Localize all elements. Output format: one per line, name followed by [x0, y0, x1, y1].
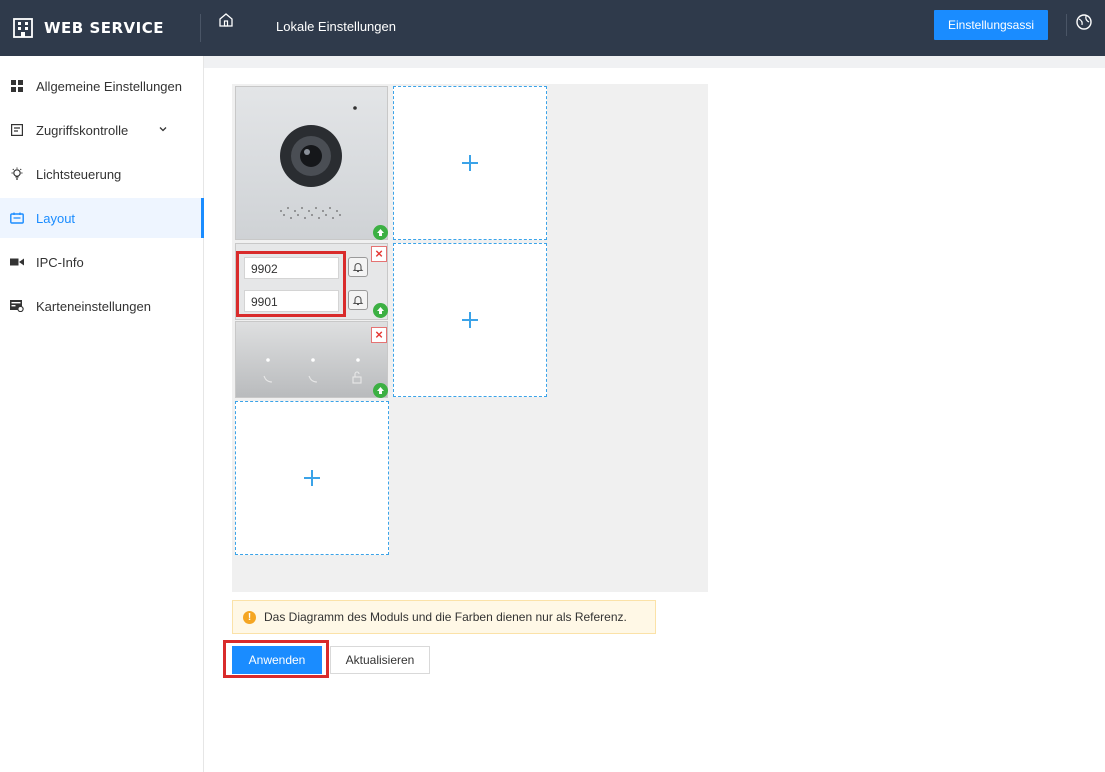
highlight-box-apply: [223, 640, 329, 678]
bell-icon: [352, 263, 364, 273]
bell-button[interactable]: [348, 257, 368, 277]
building-logo-icon: [13, 18, 33, 38]
delete-module-button[interactable]: ×: [371, 327, 387, 343]
chevron-down-icon[interactable]: [158, 124, 168, 134]
reference-notice: ! Das Diagramm des Moduls und die Farben…: [232, 600, 656, 634]
top-header: WEB SERVICE Lokale Einstellungen Einstel…: [0, 0, 1105, 56]
home-icon[interactable]: [218, 12, 234, 28]
header-divider-right: [1066, 14, 1067, 36]
sidebar-item-access-control[interactable]: Zugriffskontrolle: [0, 110, 204, 150]
move-up-button[interactable]: [373, 303, 388, 318]
keypad-module[interactable]: [235, 321, 388, 398]
delete-module-button[interactable]: ×: [371, 246, 387, 262]
page-title: Lokale Einstellungen: [276, 19, 396, 34]
sidebar-item-label: Lichtsteuerung: [36, 166, 122, 182]
sidebar-item-label: Karteneinstellungen: [36, 298, 151, 314]
sidebar-item-label: Layout: [36, 210, 76, 226]
bell-button[interactable]: [348, 290, 368, 310]
move-up-button[interactable]: [373, 383, 388, 398]
sidebar-item-card-settings[interactable]: Karteneinstellungen: [0, 286, 204, 326]
card-settings-icon: [10, 299, 24, 313]
empty-module-slot[interactable]: [393, 86, 547, 240]
keypad-illustration: [263, 358, 362, 384]
layout-icon: [10, 211, 24, 225]
camera-module-illustration: [280, 106, 357, 219]
grid-icon: [10, 79, 24, 93]
logo: WEB SERVICE: [12, 0, 164, 56]
logo-text: WEB SERVICE: [44, 19, 164, 37]
sidebar-item-light-control[interactable]: Lichtsteuerung: [0, 154, 204, 194]
sidebar-item-label: Zugriffskontrolle: [36, 122, 129, 138]
empty-module-slot[interactable]: [393, 243, 547, 397]
camera-module[interactable]: [235, 86, 388, 240]
plus-icon[interactable]: [304, 470, 320, 486]
globe-icon[interactable]: [1074, 12, 1094, 32]
sidebar-item-label: IPC-Info: [36, 254, 84, 270]
door-icon: [10, 123, 24, 137]
move-up-button[interactable]: [373, 225, 388, 240]
lightbulb-icon: [10, 167, 24, 181]
header-divider: [200, 14, 201, 42]
sidebar-item-label: Allgemeine Einstellungen: [36, 78, 182, 94]
plus-icon[interactable]: [462, 155, 478, 171]
setup-wizard-button[interactable]: Einstellungsassi: [934, 10, 1048, 40]
arrow-up-icon: [377, 307, 384, 314]
sidebar-item-layout[interactable]: Layout: [0, 198, 204, 238]
content-topbar: [204, 56, 1105, 68]
camera-icon: [10, 255, 24, 269]
notice-text: Das Diagramm des Moduls und die Farben d…: [264, 610, 627, 624]
sidebar-item-ipc-info[interactable]: IPC-Info: [0, 242, 204, 282]
empty-module-slot[interactable]: [235, 401, 389, 555]
sidebar: Allgemeine Einstellungen Zugriffskontrol…: [0, 56, 204, 772]
plus-icon[interactable]: [462, 312, 478, 328]
highlight-box-numbers: [236, 251, 346, 317]
sidebar-item-general-settings[interactable]: Allgemeine Einstellungen: [0, 66, 204, 106]
bell-icon: [352, 296, 364, 306]
arrow-up-icon: [377, 229, 384, 236]
refresh-button[interactable]: Aktualisieren: [330, 646, 430, 674]
arrow-up-icon: [377, 387, 384, 394]
warning-icon: !: [243, 610, 256, 624]
